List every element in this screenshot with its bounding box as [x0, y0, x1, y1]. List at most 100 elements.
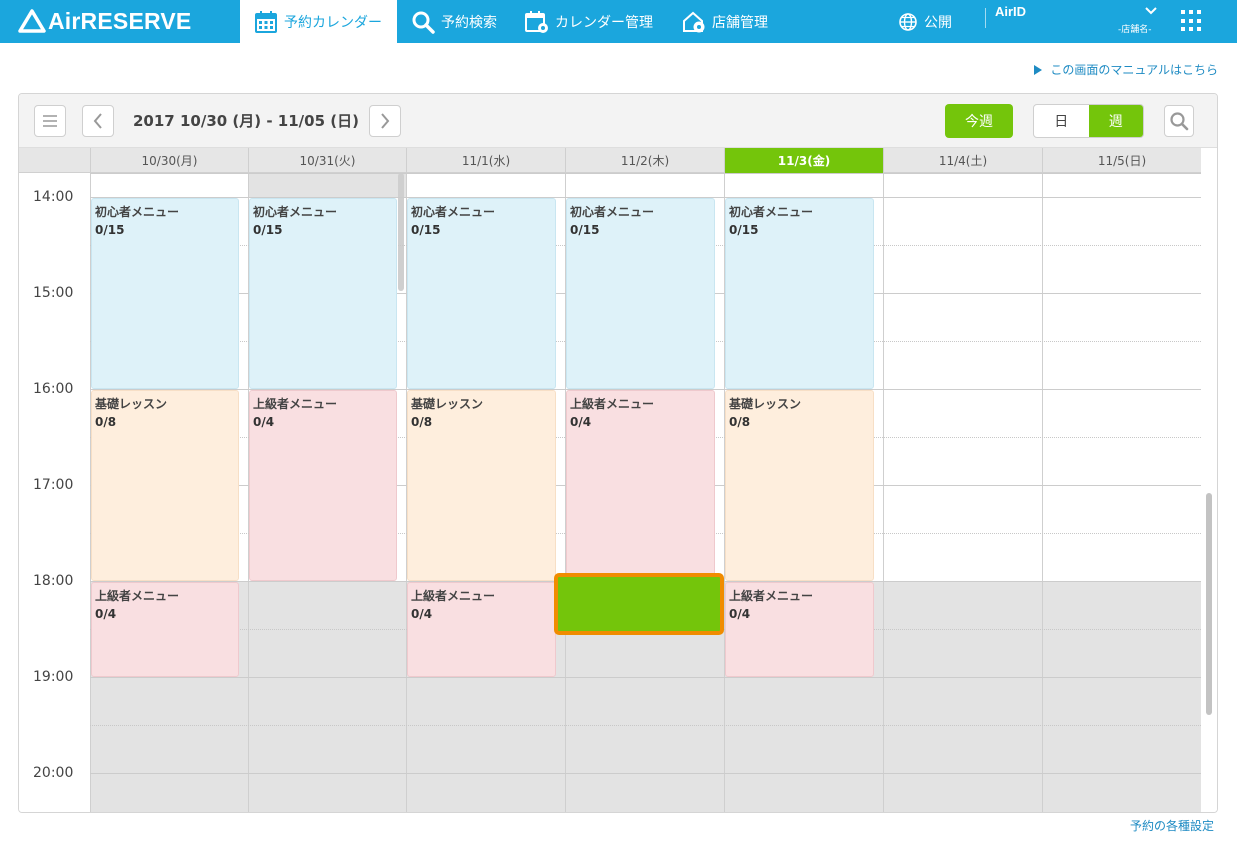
- play-triangle-icon: [1034, 64, 1043, 75]
- closed-time-area: [1043, 581, 1201, 812]
- day-header-0[interactable]: 10/30(月): [90, 148, 248, 173]
- time-label: 14:00: [33, 189, 74, 205]
- calendar-event[interactable]: 上級者メニュー 0/4: [566, 390, 715, 581]
- hour-line: [90, 677, 1201, 678]
- event-count: 0/15: [95, 223, 125, 237]
- store-gear-icon: [683, 11, 705, 32]
- day-header-3[interactable]: 11/2(木): [565, 148, 724, 173]
- week-view-button[interactable]: 週: [1088, 105, 1143, 137]
- date-range: 2017 10/30 (月) - 11/05 (日): [133, 112, 359, 130]
- event-name: 上級者メニュー: [570, 397, 655, 411]
- day-column-6[interactable]: [1042, 173, 1201, 812]
- nav-tab-store-management[interactable]: 店舗管理: [682, 0, 768, 43]
- time-label: 17:00: [33, 477, 74, 493]
- logo-triangle-icon: [18, 9, 46, 33]
- closed-time-area: [249, 173, 406, 197]
- calendar-search-button[interactable]: [1164, 105, 1194, 137]
- nav-tab-reservation-search[interactable]: 予約検索: [411, 0, 497, 43]
- day-header-5[interactable]: 11/4(土): [883, 148, 1042, 173]
- calendar-event[interactable]: 基礎レッスン 0/8: [407, 390, 556, 581]
- chevron-left-icon: [93, 113, 102, 129]
- search-icon: [412, 11, 435, 34]
- nav-tab-calendar-management[interactable]: カレンダー管理: [525, 0, 653, 43]
- event-count: 0/4: [411, 607, 433, 621]
- time-label: 15:00: [33, 285, 74, 301]
- event-name: 基礎レッスン: [95, 397, 168, 411]
- event-name: 初心者メニュー: [411, 205, 496, 219]
- calendar-event[interactable]: 初心者メニュー 0/15: [566, 198, 715, 389]
- event-name: 初心者メニュー: [729, 205, 814, 219]
- scroll-thumb[interactable]: [1206, 493, 1212, 715]
- time-label: 20:00: [33, 765, 74, 781]
- event-count: 0/4: [95, 607, 117, 621]
- nav-tab-label: 店舗管理: [712, 14, 768, 31]
- calendar-event[interactable]: 上級者メニュー 0/4: [91, 582, 239, 677]
- time-label: 18:00: [33, 573, 74, 589]
- event-count: 0/8: [729, 415, 751, 429]
- day-header-4[interactable]: 11/3(金): [724, 148, 883, 173]
- event-name: 上級者メニュー: [95, 589, 180, 603]
- hamburger-icon: [43, 115, 57, 127]
- prev-week-button[interactable]: [82, 105, 114, 137]
- calendar-toolbar: 2017 10/30 (月) - 11/05 (日) 今週 日 週: [19, 94, 1217, 148]
- calendar-event[interactable]: 基礎レッスン 0/8: [91, 390, 239, 581]
- event-count: 0/15: [411, 223, 441, 237]
- this-week-button[interactable]: 今週: [945, 104, 1013, 138]
- view-toggle: 日 週: [1033, 104, 1144, 138]
- event-name: 上級者メニュー: [411, 589, 496, 603]
- calendar-event[interactable]: 基礎レッスン 0/8: [725, 390, 874, 581]
- event-count: 0/4: [253, 415, 275, 429]
- day-header-6[interactable]: 11/5(日): [1042, 148, 1201, 173]
- globe-icon: [899, 12, 917, 31]
- store-name[interactable]: -店舗名-: [1118, 22, 1152, 35]
- manual-link[interactable]: この画面のマニュアルはこちら: [1034, 61, 1218, 78]
- apps-grid-icon[interactable]: [1181, 10, 1203, 32]
- manual-link-text: この画面のマニュアルはこちら: [1050, 63, 1218, 77]
- calendar-panel: 2017 10/30 (月) - 11/05 (日) 今週 日 週 10/30(…: [18, 93, 1218, 813]
- calendar-event[interactable]: 初心者メニュー 0/15: [91, 198, 239, 389]
- event-count: 0/8: [95, 415, 117, 429]
- closed-time-area: [884, 581, 1042, 812]
- column-scroll-thumb: [398, 173, 404, 291]
- nav-tab-label: カレンダー管理: [555, 14, 653, 31]
- next-week-button[interactable]: [369, 105, 401, 137]
- menu-toggle-button[interactable]: [34, 105, 66, 137]
- nav-tab-reservation-calendar[interactable]: 予約カレンダー: [240, 0, 397, 43]
- calendar-event[interactable]: 初心者メニュー 0/15: [725, 198, 874, 389]
- calendar-event[interactable]: 初心者メニュー 0/15: [407, 198, 556, 389]
- event-name: 上級者メニュー: [729, 589, 814, 603]
- day-header-1[interactable]: 10/31(火): [248, 148, 406, 173]
- day-header-2[interactable]: 11/1(水): [406, 148, 565, 173]
- day-column-5[interactable]: [883, 173, 1042, 812]
- grid-scrollbar[interactable]: [1201, 173, 1217, 812]
- event-count: 0/15: [729, 223, 759, 237]
- reservation-settings-link[interactable]: 予約の各種設定: [1130, 817, 1214, 834]
- nav-tab-label: 予約カレンダー: [284, 14, 382, 31]
- app-logo[interactable]: AirRESERVE: [18, 8, 191, 34]
- chevron-down-icon[interactable]: [1144, 5, 1158, 17]
- event-name: 基礎レッスン: [411, 397, 484, 411]
- event-count: 0/15: [570, 223, 600, 237]
- hour-line: [90, 173, 1201, 174]
- calendar-event[interactable]: 初心者メニュー 0/15: [249, 198, 397, 389]
- calendar-gear-icon: [525, 10, 548, 33]
- hour-line: [90, 773, 1201, 774]
- public-label: 公開: [924, 14, 952, 31]
- closed-time-area: [249, 581, 406, 812]
- search-icon: [1170, 112, 1189, 131]
- calendar-event[interactable]: 上級者メニュー 0/4: [249, 390, 397, 581]
- day-view-button[interactable]: 日: [1034, 105, 1089, 137]
- top-navigation: AirRESERVE 予約カレンダー 予約検索 カレンダー管理 店舗管理 公開 …: [0, 0, 1237, 43]
- airid-label[interactable]: AirID: [995, 4, 1026, 19]
- hour-line: [90, 725, 1201, 726]
- time-label: 16:00: [33, 381, 74, 397]
- calendar-event[interactable]: 上級者メニュー 0/4: [407, 582, 556, 677]
- selected-time-slot[interactable]: [554, 573, 724, 635]
- event-name: 基礎レッスン: [729, 397, 802, 411]
- event-name: 初心者メニュー: [570, 205, 655, 219]
- event-name: 上級者メニュー: [253, 397, 338, 411]
- event-count: 0/8: [411, 415, 433, 429]
- logo-text: AirRESERVE: [48, 7, 192, 34]
- public-button[interactable]: 公開: [898, 0, 952, 43]
- calendar-event[interactable]: 上級者メニュー 0/4: [725, 582, 874, 677]
